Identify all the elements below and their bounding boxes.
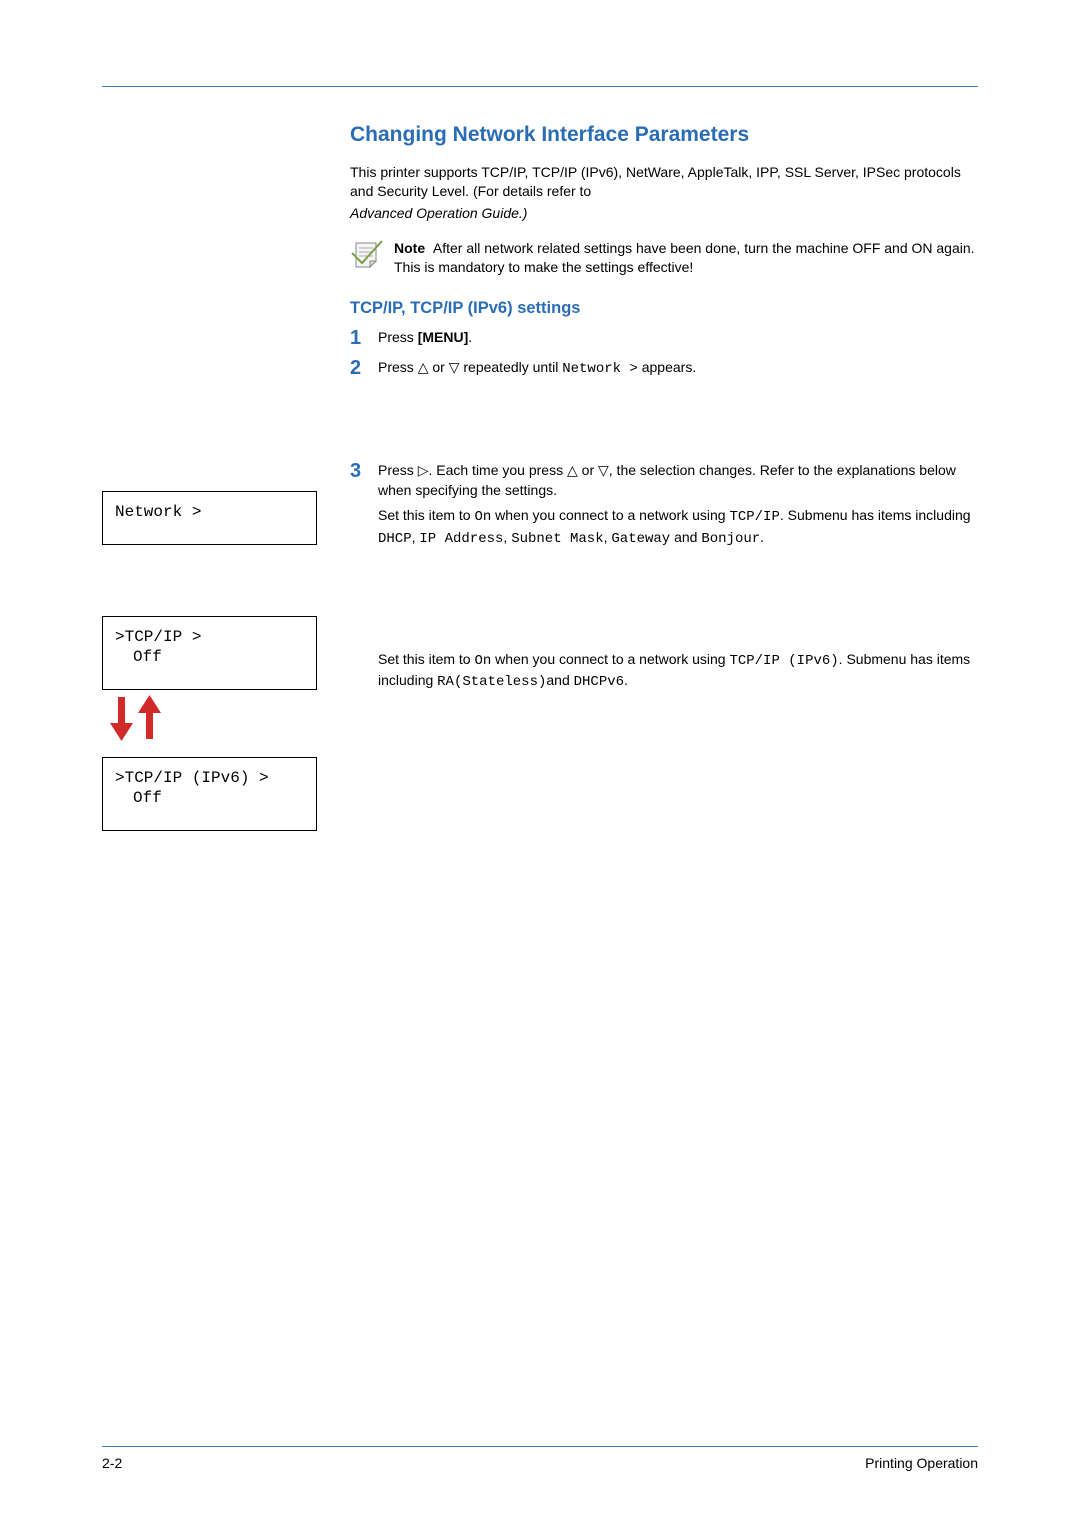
note-icon (350, 239, 384, 269)
up-triangle-icon: △ (567, 462, 578, 478)
section-title: Changing Network Interface Parameters (350, 123, 978, 147)
step-body: Press ▷. Each time you press △ or ▽, the… (378, 461, 978, 693)
code: Subnet Mask (511, 531, 603, 547)
step-body: Press [MENU]. (378, 328, 472, 348)
step-3: 3 Press ▷. Each time you press △ or ▽, t… (350, 461, 978, 693)
step-body: Press △ or ▽ repeatedly until Network > … (378, 358, 696, 380)
lcd-line: >TCP/IP > (115, 627, 304, 647)
code: On (474, 509, 491, 525)
text: . Each time you press (428, 462, 567, 478)
step-number: 1 (350, 328, 368, 348)
text: . Submenu has items including (780, 507, 971, 523)
code: TCP/IP (729, 509, 779, 525)
text: or (578, 462, 598, 478)
code: Network > (562, 361, 638, 377)
note-label: Note (394, 240, 425, 256)
lcd-tcpip-ipv6: >TCP/IP (IPv6) > Off (102, 757, 317, 831)
text: Set this item to (378, 507, 474, 523)
page-number: 2-2 (102, 1455, 122, 1471)
code: RA(Stateless) (437, 674, 546, 690)
step-number: 3 (350, 461, 368, 693)
footer-rule (102, 1446, 978, 1447)
subsection-title: TCP/IP, TCP/IP (IPv6) settings (350, 299, 978, 318)
up-triangle-icon: △ (418, 359, 429, 375)
text: and (670, 529, 701, 545)
text: or (428, 359, 448, 375)
code: On (474, 653, 491, 669)
footer-section: Printing Operation (865, 1455, 978, 1471)
intro-text: This printer supports TCP/IP, TCP/IP (IP… (350, 163, 978, 201)
lcd-line: >TCP/IP (IPv6) > (115, 768, 304, 788)
toggle-arrows-icon (110, 693, 166, 748)
note-body: After all network related settings have … (394, 240, 975, 275)
text: . (760, 529, 764, 545)
lcd-network: Network > (102, 491, 317, 545)
lcd-line: Off (115, 788, 304, 808)
text: repeatedly until (459, 359, 562, 375)
code: DHCP (378, 531, 412, 547)
step-1: 1 Press [MENU]. (350, 328, 978, 348)
text: Press (378, 462, 418, 478)
down-triangle-icon: ▽ (598, 462, 609, 478)
note-text: Note After all network related settings … (394, 239, 978, 277)
intro-italic: Advanced Operation Guide.) (350, 205, 978, 221)
code: IP Address (419, 531, 503, 547)
step-number: 2 (350, 358, 368, 380)
footer: 2-2 Printing Operation (102, 1446, 978, 1471)
text: when you connect to a network using (491, 651, 729, 667)
step-2: 2 Press △ or ▽ repeatedly until Network … (350, 358, 978, 380)
lcd-line: Off (115, 647, 304, 667)
note-block: Note After all network related settings … (350, 239, 978, 277)
menu-key: [MENU] (418, 329, 469, 345)
text: Press (378, 359, 418, 375)
code: TCP/IP (IPv6) (729, 653, 838, 669)
text: and (546, 672, 573, 688)
text: . (468, 329, 472, 345)
code: Bonjour (701, 531, 760, 547)
text: Press (378, 329, 418, 345)
code: DHCPv6 (574, 674, 624, 690)
explain-tcpip-ipv6: Set this item to On when you connect to … (378, 650, 978, 693)
down-triangle-icon: ▽ (449, 359, 460, 375)
explain-tcpip: Set this item to On when you connect to … (378, 506, 978, 549)
lcd-line: Network > (115, 502, 304, 522)
text: when you connect to a network using (491, 507, 729, 523)
text: Set this item to (378, 651, 474, 667)
code: Gateway (611, 531, 670, 547)
top-rule (102, 86, 978, 87)
lcd-tcpip: >TCP/IP > Off (102, 616, 317, 690)
text: . (624, 672, 628, 688)
right-triangle-icon: ▷ (418, 462, 429, 478)
text: appears. (642, 359, 696, 375)
